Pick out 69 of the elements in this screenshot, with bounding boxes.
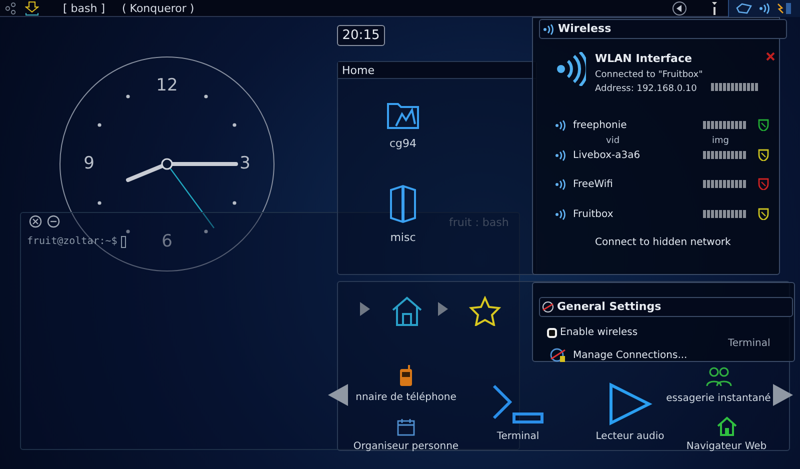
- wireless-icon: [555, 208, 567, 220]
- launcher-item-label[interactable]: nnaire de téléphone: [356, 390, 456, 405]
- arrow-right-icon[interactable]: [360, 302, 370, 316]
- checkbox[interactable]: [547, 328, 557, 338]
- launcher-item-label[interactable]: Terminal: [496, 429, 540, 444]
- taskbar-button[interactable]: ( Konqueror ): [122, 0, 194, 17]
- wireless-icon[interactable]: [759, 3, 771, 14]
- launcher-item-label: Terminal: [728, 337, 770, 351]
- network-name: FreeWifi: [573, 178, 614, 192]
- signal-meter-icon: [703, 151, 748, 159]
- minimize-icon[interactable]: [47, 215, 60, 228]
- menu-icon[interactable]: [4, 2, 17, 15]
- box-icon[interactable]: [387, 184, 419, 224]
- network-row[interactable]: freephonie: [555, 117, 775, 133]
- wireless-icon: [555, 150, 567, 160]
- hidden-network-link[interactable]: Connect to hidden network: [595, 235, 731, 250]
- interface-name: WLAN Interface: [595, 51, 693, 67]
- folder-item-label[interactable]: misc: [390, 230, 416, 246]
- wireless-icon: [555, 120, 567, 130]
- launcher-item-label[interactable]: essagerie instantané: [666, 391, 771, 406]
- text-cursor: [121, 236, 126, 248]
- digital-clock: 20:15: [337, 25, 385, 46]
- clock-numeral: 3: [240, 156, 250, 172]
- network-row[interactable]: FreeWifi: [555, 176, 775, 192]
- folder-item-label[interactable]: cg94: [389, 136, 417, 152]
- signal-meter-icon: [703, 210, 748, 218]
- network-name: Livebox-a3a6: [573, 148, 642, 162]
- download-icon[interactable]: [25, 1, 39, 16]
- signal-meter-icon: [711, 83, 758, 91]
- home-icon[interactable]: [390, 295, 424, 327]
- wireless-icon: [555, 178, 567, 190]
- arrow-right-icon[interactable]: [773, 384, 793, 406]
- connection-status: Connected to "Fruitbox": [595, 68, 703, 82]
- wireless-icon: [556, 52, 586, 86]
- taskbar-button[interactable]: [ bash ]: [63, 0, 106, 17]
- clock-numeral: 9: [84, 156, 94, 172]
- star-icon[interactable]: [469, 296, 501, 326]
- network-name: Fruitbox: [573, 208, 614, 222]
- manage-connections-button[interactable]: Manage Connections...: [549, 347, 688, 363]
- clock-numeral: 12: [156, 78, 178, 94]
- launcher-item-label[interactable]: Navigateur Web: [686, 439, 767, 454]
- calendar-icon[interactable]: [397, 418, 415, 436]
- terminal-icon[interactable]: [490, 382, 546, 426]
- clock-numeral: 6: [162, 234, 172, 250]
- folder-item-label[interactable]: vid: [606, 137, 620, 146]
- arrow-left-icon[interactable]: [672, 1, 687, 16]
- folder-item-label[interactable]: img: [712, 137, 729, 146]
- popup-title: Wireless: [558, 20, 612, 37]
- terminal-title: fruit : bash: [449, 215, 509, 231]
- signal-meter-icon: [703, 121, 748, 129]
- play-icon[interactable]: [607, 382, 653, 426]
- info-icon[interactable]: [711, 1, 718, 16]
- checkbox-label: Enable wireless: [560, 326, 638, 340]
- folder-icon[interactable]: [386, 100, 420, 130]
- ip-address: Address: 192.168.0.10: [595, 83, 698, 96]
- wireless-icon: [543, 24, 555, 34]
- arrow-left-icon[interactable]: [328, 384, 348, 406]
- people-icon[interactable]: [706, 366, 732, 388]
- launcher-item-label[interactable]: Organiseur personne: [353, 439, 459, 454]
- network-row[interactable]: Fruitbox: [555, 206, 775, 222]
- settings-title: General Settings: [557, 298, 662, 315]
- network-name: freephonie: [573, 118, 628, 132]
- signal-meter-icon: [703, 180, 748, 188]
- launcher-item-label[interactable]: Lecteur audio: [596, 429, 664, 444]
- close-icon[interactable]: [29, 215, 42, 228]
- network-row[interactable]: Livebox-a3a6: [555, 147, 775, 163]
- arrow-right-icon[interactable]: [438, 302, 448, 316]
- house-icon[interactable]: [716, 416, 738, 436]
- phone-icon[interactable]: [398, 365, 414, 387]
